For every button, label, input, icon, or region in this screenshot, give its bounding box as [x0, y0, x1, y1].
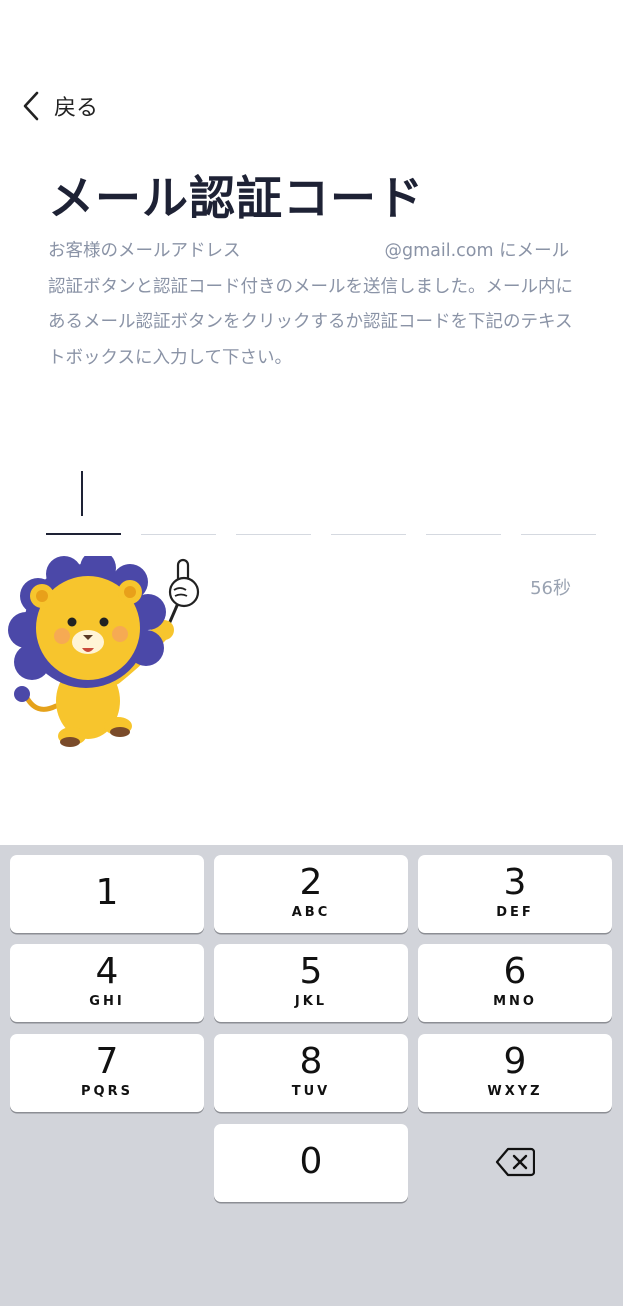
- countdown-timer: 56秒: [530, 578, 571, 599]
- email-verification-screen: 戻る メール認証コード お客様のメールアドレス @gmail.com にメール認証…: [0, 0, 623, 1306]
- key-2[interactable]: 2 ABC: [214, 855, 408, 933]
- key-9[interactable]: 9 WXYZ: [418, 1034, 612, 1112]
- instructions-text: お客様のメールアドレス @gmail.com にメール認証ボタンと認証コード付きの…: [48, 234, 578, 376]
- code-digit-5[interactable]: [426, 465, 501, 535]
- backspace-icon: [495, 1147, 535, 1177]
- code-digit-4[interactable]: [331, 465, 406, 535]
- instructions-part1: お客様のメールアドレス: [48, 241, 241, 261]
- code-digit-6[interactable]: [521, 465, 596, 535]
- code-digit-2[interactable]: [141, 465, 216, 535]
- key-1[interactable]: 1: [10, 855, 204, 933]
- numeric-keypad: 1 2 ABC 3 DEF 4 GHI 5 JKL 6 MNO 7 PQRS 8…: [0, 845, 623, 1306]
- key-4[interactable]: 4 GHI: [10, 944, 204, 1022]
- key-0[interactable]: 0: [214, 1124, 408, 1202]
- back-button[interactable]: 戻る: [22, 90, 98, 122]
- key-8[interactable]: 8 TUV: [214, 1034, 408, 1112]
- delete-key[interactable]: [418, 1123, 612, 1201]
- text-caret: [81, 471, 83, 516]
- lion-mascot-icon: [8, 556, 200, 747]
- key-7[interactable]: 7 PQRS: [10, 1034, 204, 1112]
- key-3[interactable]: 3 DEF: [418, 855, 612, 933]
- code-digit-3[interactable]: [236, 465, 311, 535]
- key-6[interactable]: 6 MNO: [418, 944, 612, 1022]
- key-5[interactable]: 5 JKL: [214, 944, 408, 1022]
- code-digit-1[interactable]: [46, 465, 121, 535]
- chevron-left-icon: [23, 91, 39, 121]
- page-title: メール認証コード: [48, 171, 424, 225]
- code-input[interactable]: [46, 465, 596, 535]
- back-label: 戻る: [54, 96, 99, 121]
